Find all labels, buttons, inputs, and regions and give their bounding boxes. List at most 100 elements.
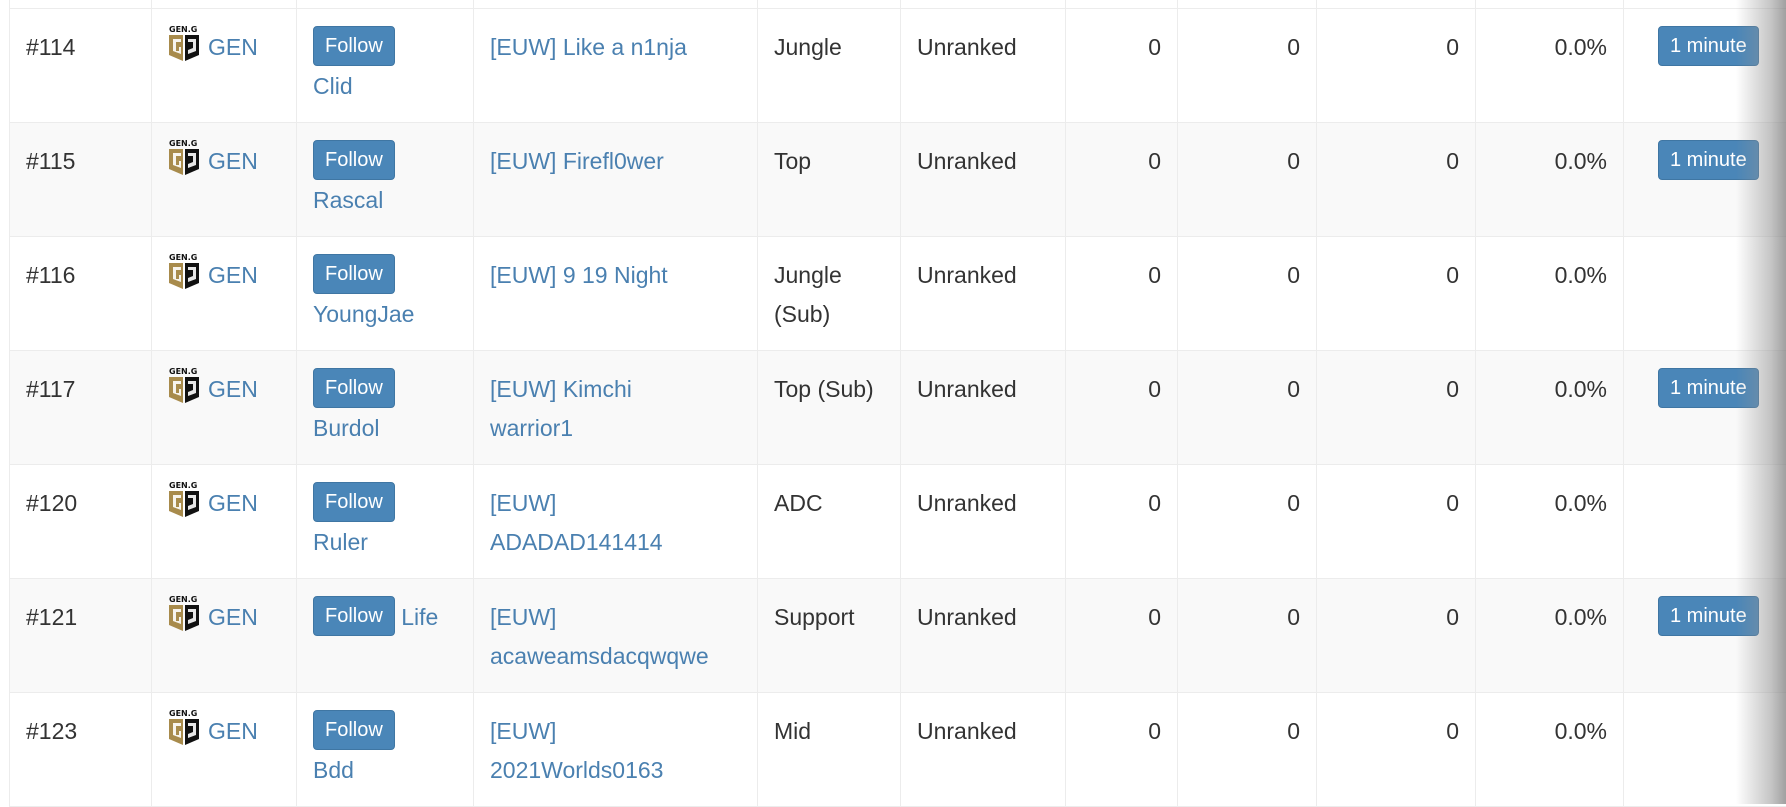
team-cell: GEN.G GEN <box>152 578 297 692</box>
player-cell: Follow Burdol <box>297 350 474 464</box>
stat-cell-2: 0 <box>1178 8 1317 122</box>
svg-text:GEN.G: GEN.G <box>169 367 197 376</box>
role-cell: Jungle (Sub) <box>758 236 901 350</box>
rank-cell: #117 <box>10 350 152 464</box>
winrate-cell: 0.0% <box>1476 8 1624 122</box>
account-cell: [EUW] acaweamsdacqwqwe <box>474 578 758 692</box>
player-link[interactable]: Life <box>401 604 438 630</box>
account-link[interactable]: [EUW] acaweamsdacqwqwe <box>490 598 715 676</box>
table-row: #123GEN.GGENFollowBdd[EUW] 2021Worlds016… <box>10 692 1786 806</box>
stat-cell-3: 0 <box>1317 236 1476 350</box>
team-link[interactable]: GEN <box>208 142 258 181</box>
role-cell: Mid <box>758 692 901 806</box>
team-cell: GEN.G GEN <box>152 8 297 122</box>
account-link[interactable]: [EUW] Like a n1nja <box>490 28 687 67</box>
account-cell: [EUW] Like a n1nja <box>474 8 758 122</box>
winrate-cell: 0.0% <box>1476 692 1624 806</box>
account-link[interactable]: [EUW] 9 19 Night <box>490 256 668 295</box>
tier-cell: Unranked <box>901 350 1066 464</box>
rank-cell: #115 <box>10 122 152 236</box>
stat-cell-2: 0 <box>1178 350 1317 464</box>
follow-button[interactable]: Follow <box>313 596 395 636</box>
winrate-cell: 0.0% <box>1476 464 1624 578</box>
live-cell <box>1624 464 1786 578</box>
follow-button[interactable]: Follow <box>313 482 395 522</box>
svg-text:GEN.G: GEN.G <box>169 253 197 262</box>
stat-cell-1: 0 <box>1066 122 1178 236</box>
role-cell: Support <box>758 578 901 692</box>
stat-cell-1: 0 <box>1066 350 1178 464</box>
live-game-button[interactable]: 1 minute <box>1658 368 1759 408</box>
svg-text:GEN.G: GEN.G <box>169 595 197 604</box>
winrate-cell: 0.0% <box>1476 236 1624 350</box>
player-cell: Follow Life <box>297 578 474 692</box>
follow-button[interactable]: Follow <box>313 368 395 408</box>
winrate-cell: 0.0% <box>1476 122 1624 236</box>
svg-text:GEN.G: GEN.G <box>169 709 197 718</box>
team-link[interactable]: GEN <box>208 370 258 409</box>
live-cell: 1 minute <box>1624 8 1786 122</box>
role-cell: Jungle <box>758 8 901 122</box>
previous-row-fragment <box>10 0 1786 8</box>
account-link[interactable]: [EUW] ADADAD141414 <box>490 484 715 562</box>
player-link[interactable]: Clid <box>313 73 353 99</box>
stat-cell-3: 0 <box>1317 692 1476 806</box>
account-link[interactable]: [EUW] 2021Worlds0163 <box>490 712 715 790</box>
team-link[interactable]: GEN <box>208 598 258 637</box>
rank-cell: #114 <box>10 8 152 122</box>
stat-cell-3: 0 <box>1317 8 1476 122</box>
stat-cell-3: 0 <box>1317 122 1476 236</box>
player-link[interactable]: Bdd <box>313 757 354 783</box>
player-cell: Follow YoungJae <box>297 236 474 350</box>
live-game-button[interactable]: 1 minute <box>1658 26 1759 66</box>
account-link[interactable]: [EUW] Kimchi warrior1 <box>490 370 715 448</box>
table-row: #121GEN.GGENFollow Life[EUW] acaweamsdac… <box>10 578 1786 692</box>
live-game-button[interactable]: 1 minute <box>1658 596 1759 636</box>
account-cell: [EUW] ADADAD141414 <box>474 464 758 578</box>
team-cell: GEN.G GEN <box>152 692 297 806</box>
rank-cell: #116 <box>10 236 152 350</box>
team-logo: GEN.G <box>168 252 200 290</box>
table-row: #115 GEN.G GEN Follow Rascal [EUW] Firefl0wer… <box>10 122 1786 236</box>
team-logo: GEN.G <box>168 594 200 632</box>
tier-cell: Unranked <box>901 692 1066 806</box>
live-cell: 1 minute <box>1624 578 1786 692</box>
account-cell: [EUW] Kimchi warrior1 <box>474 350 758 464</box>
player-link[interactable]: Rascal <box>313 187 383 213</box>
team-link[interactable]: GEN <box>208 28 258 67</box>
player-link[interactable]: Burdol <box>313 415 379 441</box>
rank-cell: #121 <box>10 578 152 692</box>
rank-cell: #120 <box>10 464 152 578</box>
follow-button[interactable]: Follow <box>313 26 395 66</box>
live-game-button[interactable]: 1 minute <box>1658 140 1759 180</box>
stat-cell-1: 0 <box>1066 578 1178 692</box>
player-link[interactable]: YoungJae <box>313 301 414 327</box>
stat-cell-1: 0 <box>1066 236 1178 350</box>
player-cell: Follow Bdd <box>297 692 474 806</box>
team-cell: GEN.G GEN <box>152 122 297 236</box>
svg-text:GEN.G: GEN.G <box>169 481 197 490</box>
stat-cell-2: 0 <box>1178 578 1317 692</box>
team-link[interactable]: GEN <box>208 484 258 523</box>
stat-cell-2: 0 <box>1178 464 1317 578</box>
follow-button[interactable]: Follow <box>313 140 395 180</box>
winrate-cell: 0.0% <box>1476 578 1624 692</box>
stat-cell-2: 0 <box>1178 236 1317 350</box>
team-link[interactable]: GEN <box>208 712 258 751</box>
players-table: #114 GEN.G GEN Follow Clid [EUW] Like a n1nja… <box>9 0 1786 807</box>
account-cell: [EUW] 9 19 Night <box>474 236 758 350</box>
follow-button[interactable]: Follow <box>313 710 395 750</box>
player-cell: Follow Clid <box>297 8 474 122</box>
live-cell: 1 minute <box>1624 350 1786 464</box>
player-cell: Follow Ruler <box>297 464 474 578</box>
team-link[interactable]: GEN <box>208 256 258 295</box>
player-cell: Follow Rascal <box>297 122 474 236</box>
team-logo: GEN.G <box>168 366 200 404</box>
account-link[interactable]: [EUW] Firefl0wer <box>490 142 664 181</box>
svg-text:GEN.G: GEN.G <box>169 139 197 148</box>
follow-button[interactable]: Follow <box>313 254 395 294</box>
role-cell: ADC <box>758 464 901 578</box>
svg-text:GEN.G: GEN.G <box>169 25 197 34</box>
team-logo: GEN.G <box>168 24 200 62</box>
player-link[interactable]: Ruler <box>313 529 368 555</box>
